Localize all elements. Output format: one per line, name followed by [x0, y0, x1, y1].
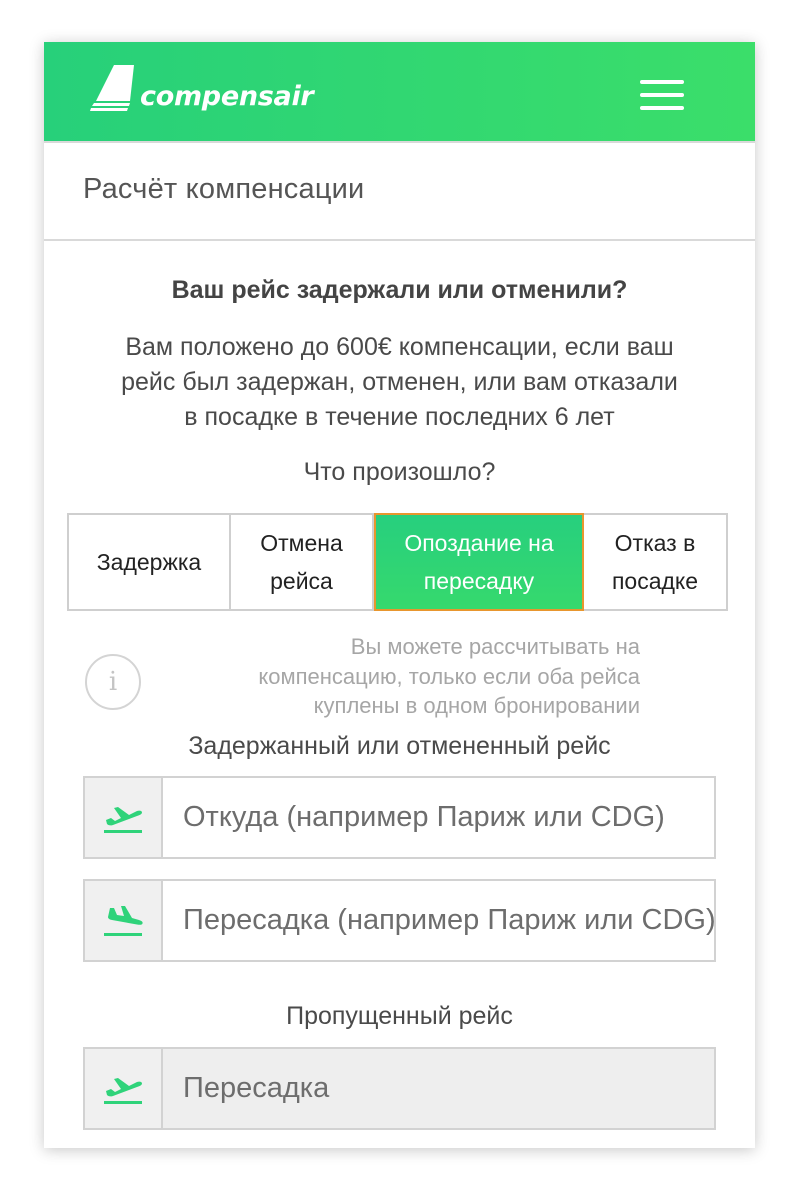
- info-line: рейс был задержан, отменен, или вам отка…: [121, 368, 678, 396]
- top-header: compensair: [44, 42, 755, 141]
- option-label: посадке: [611, 568, 699, 594]
- departure-plane-icon: [85, 1049, 163, 1128]
- from-airport-input[interactable]: [163, 778, 714, 857]
- question-heading: Ваш рейс задержали или отменили?: [171, 276, 628, 304]
- page-title: Расчёт компенсации: [83, 173, 365, 205]
- logo-text: compensair: [140, 80, 314, 112]
- what-happened-label: Что произошло?: [303, 458, 496, 486]
- info-line: Вам положено до 600€ компенсации, если в…: [125, 333, 674, 361]
- option-label: Отказ в: [614, 530, 696, 556]
- option-label: пересадку: [423, 568, 535, 594]
- connection-airport-input[interactable]: [163, 881, 714, 960]
- option-label: Отмена: [260, 530, 343, 556]
- title-bar: Расчёт компенсации: [44, 141, 755, 241]
- missed-flight-input[interactable]: [163, 1049, 714, 1128]
- arrival-plane-icon: [85, 881, 163, 960]
- notice-line: куплены в одном бронировании: [313, 693, 640, 718]
- option-label: Опоздание на: [404, 530, 554, 556]
- option-delay[interactable]: Задержка: [69, 515, 231, 609]
- incident-type-selector: Задержка Отмена рейса Опоздание на перес…: [67, 513, 728, 611]
- option-cancellation[interactable]: Отмена рейса: [231, 515, 374, 609]
- compensair-logo[interactable]: compensair: [90, 60, 314, 120]
- compensation-info-text: Вам положено до 600€ компенсации, если в…: [64, 330, 735, 435]
- menu-hamburger-icon[interactable]: [640, 80, 684, 112]
- option-label: Задержка: [96, 549, 202, 575]
- option-label: рейса: [270, 568, 333, 594]
- booking-notice: Вы можете рассчитывать на компенсацию, т…: [162, 632, 640, 721]
- tail-fin-logo-icon: [90, 65, 134, 111]
- notice-line: компенсацию, только если оба рейса: [258, 663, 640, 689]
- departure-plane-icon: [85, 778, 163, 857]
- option-denied-boarding[interactable]: Отказ в посадке: [584, 515, 726, 609]
- from-airport-field: [83, 776, 716, 859]
- app-card: compensair Расчёт компенсации Ваш рейс з…: [44, 42, 755, 1148]
- connection-airport-field: [83, 879, 716, 962]
- missed-flight-field: [83, 1047, 716, 1130]
- delayed-flight-label: Задержанный или отмененный рейс: [188, 732, 611, 760]
- missed-flight-label: Пропущенный рейс: [286, 1002, 513, 1030]
- notice-line: Вы можете рассчитывать на: [350, 634, 640, 659]
- info-icon: i: [85, 654, 141, 710]
- option-missed-connection[interactable]: Опоздание на пересадку: [374, 513, 584, 611]
- info-line: в посадке в течение последних 6 лет: [184, 403, 615, 431]
